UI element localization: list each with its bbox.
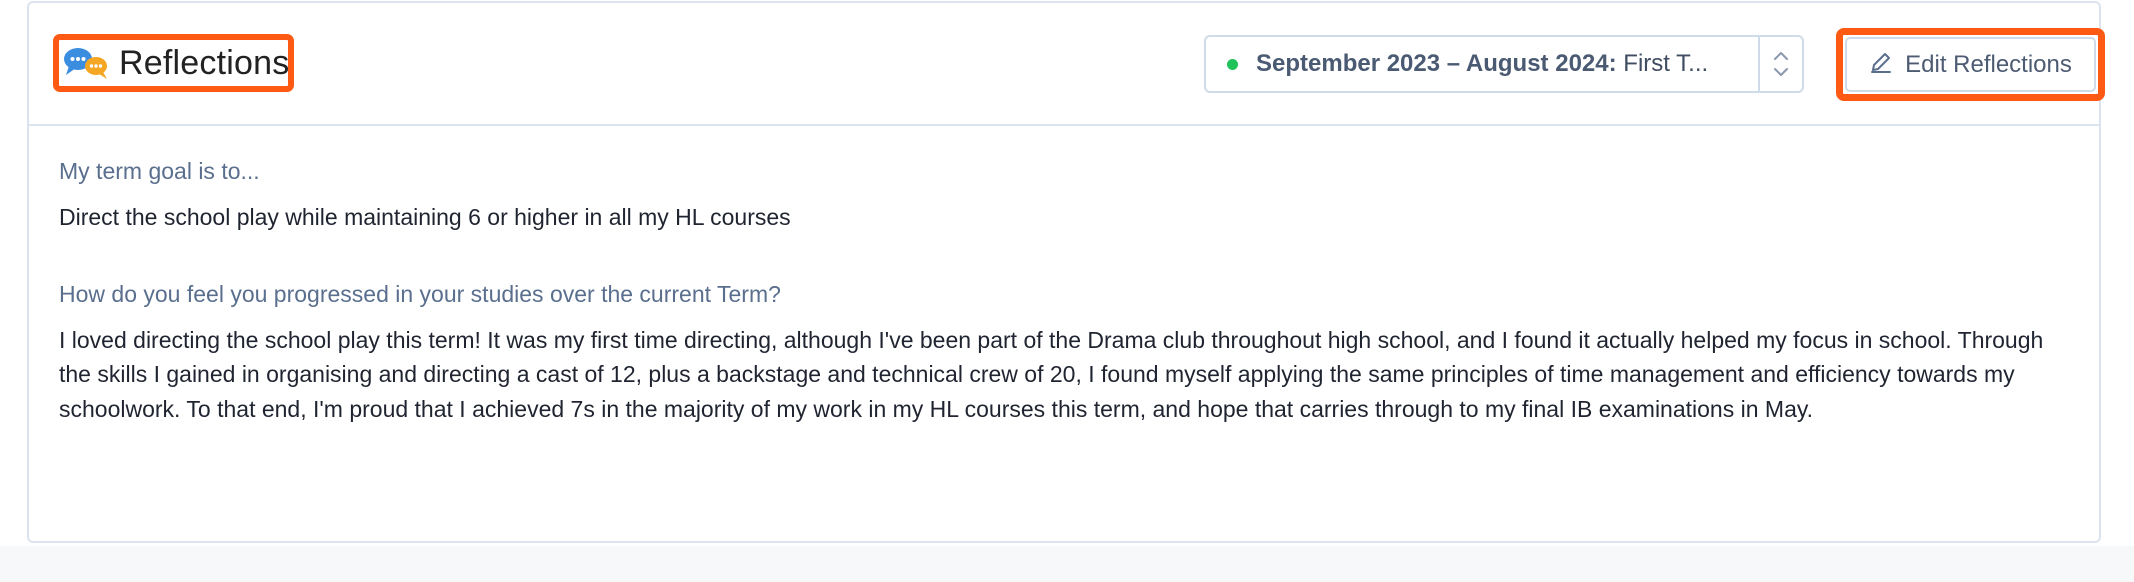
page-title: Reflections bbox=[119, 43, 290, 82]
edit-button-highlight: Edit Reflections bbox=[1836, 28, 2105, 101]
question-progress: How do you feel you progressed in your s… bbox=[59, 280, 781, 307]
pencil-icon bbox=[1869, 50, 1893, 79]
reflections-card: Reflections September 2023 – August 2024… bbox=[27, 1, 2105, 543]
term-select-value: September 2023 – August 2024: First T... bbox=[1256, 50, 1736, 78]
answer-progress: I loved directing the school play this t… bbox=[59, 326, 2044, 422]
card-header: Reflections September 2023 – August 2024… bbox=[29, 3, 2105, 126]
title-highlight: Reflections bbox=[53, 34, 294, 92]
question-term-goal: My term goal is to... bbox=[59, 158, 260, 184]
speech-bubbles-icon bbox=[63, 45, 109, 81]
page: Reflections September 2023 – August 2024… bbox=[0, 0, 2134, 582]
term-select-term: First T... bbox=[1616, 50, 1709, 77]
edit-reflections-button[interactable]: Edit Reflections bbox=[1845, 37, 2096, 92]
edit-reflections-label: Edit Reflections bbox=[1905, 50, 2072, 78]
page-background bbox=[0, 546, 2134, 582]
chevron-up-down-icon[interactable] bbox=[1758, 37, 1802, 91]
reflections-body: My term goal is to... Direct the school … bbox=[59, 156, 2069, 426]
answer-term-goal: Direct the school play while maintaining… bbox=[59, 204, 791, 230]
status-dot bbox=[1227, 58, 1238, 70]
term-select-date-range: September 2023 – August 2024: bbox=[1256, 50, 1617, 77]
term-select[interactable]: September 2023 – August 2024: First T... bbox=[1204, 35, 1804, 93]
